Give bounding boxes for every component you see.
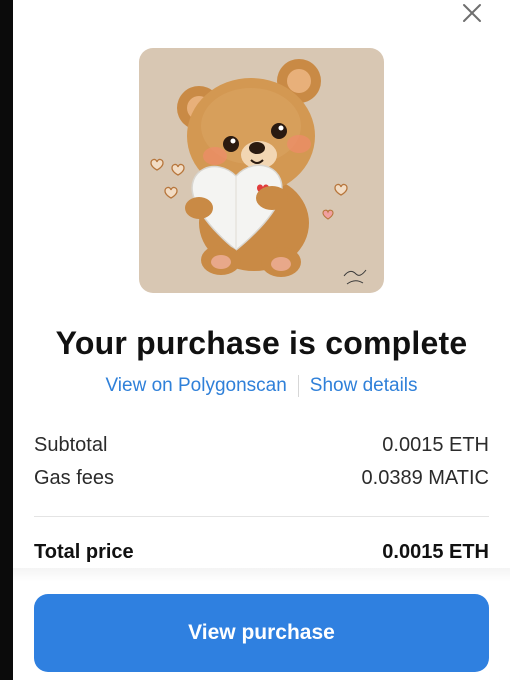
total-price-value: 0.0015 ETH — [382, 541, 489, 563]
close-button[interactable] — [456, 0, 488, 26]
view-purchase-button[interactable]: View purchase — [34, 594, 489, 672]
summary-divider — [34, 516, 489, 517]
footer-shadow — [13, 568, 510, 582]
nft-image — [139, 48, 384, 293]
total-price-row: Total price 0.0015 ETH — [34, 541, 489, 564]
background-edge — [0, 0, 13, 680]
show-details-link[interactable]: Show details — [310, 375, 418, 397]
teddy-bear-icon — [150, 59, 367, 285]
total-price-label: Total price — [34, 541, 134, 563]
subtotal-row: Subtotal 0.0015 ETH — [34, 434, 489, 457]
subtotal-value: 0.0015 ETH — [382, 434, 489, 456]
gas-fees-row: Gas fees 0.0389 MATIC — [34, 467, 489, 490]
gas-fees-label: Gas fees — [34, 467, 115, 489]
gas-fees-value: 0.0389 MATIC — [361, 467, 489, 489]
page-title: Your purchase is complete — [55, 325, 468, 361]
link-row: View on Polygonscan Show details — [13, 375, 510, 397]
view-on-polygonscan-link[interactable]: View on Polygonscan — [105, 375, 286, 397]
close-icon — [463, 4, 481, 22]
subtotal-label: Subtotal — [34, 434, 108, 456]
link-divider — [297, 375, 299, 397]
